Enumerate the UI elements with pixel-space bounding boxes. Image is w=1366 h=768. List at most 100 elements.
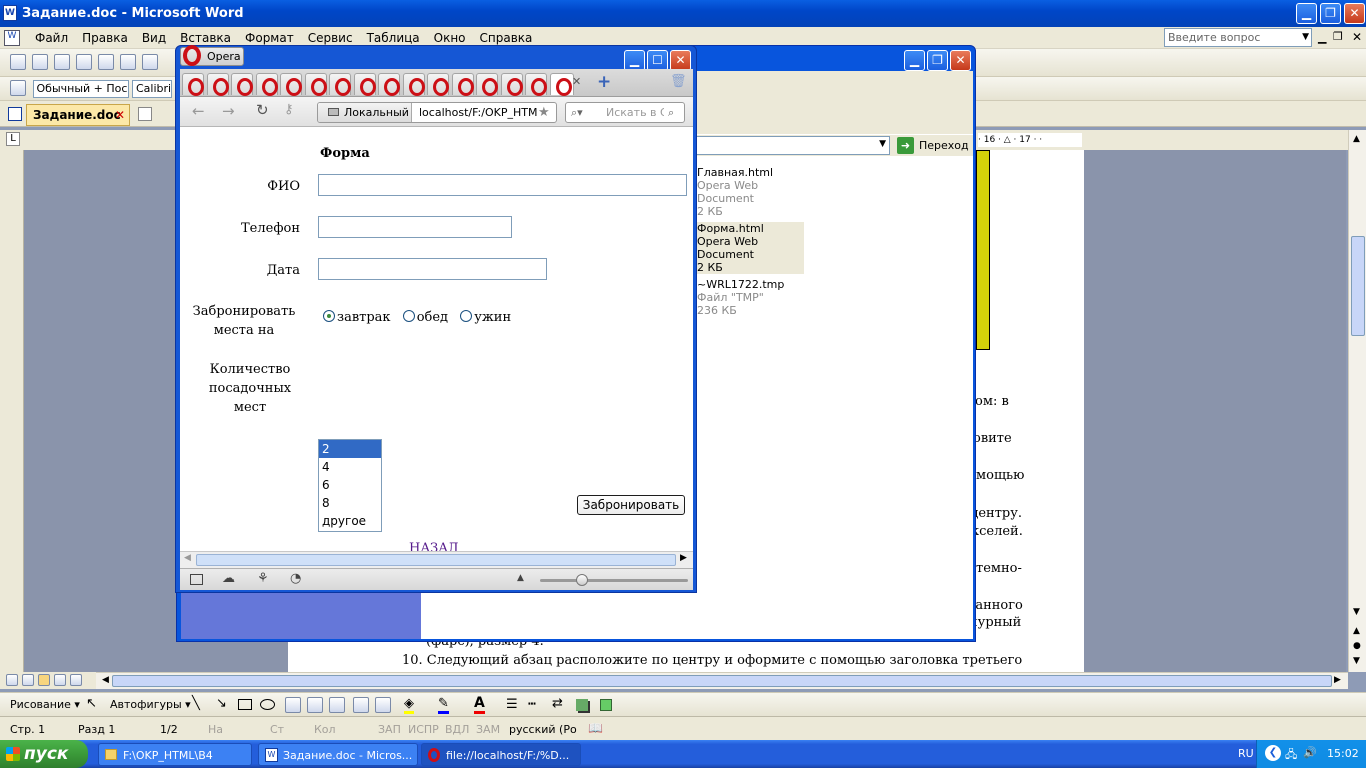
turbo-icon[interactable]: ◔ <box>290 571 301 586</box>
spelling-status-icon[interactable]: 📖 <box>588 721 603 735</box>
taskbar-explorer[interactable]: F:\OKP_HTML\B4 <box>98 743 252 766</box>
next-page-icon[interactable]: ▼ <box>1353 656 1360 666</box>
fio-input[interactable] <box>318 174 687 196</box>
security-chip[interactable]: Локальный <box>318 103 412 122</box>
new-tab-icon[interactable]: + <box>597 72 611 92</box>
network-icon[interactable]: 🖧 <box>1285 746 1297 765</box>
search-field[interactable]: ⌕▾ Искать в Go ⌕ <box>565 102 685 123</box>
rectangle-icon[interactable] <box>238 699 252 710</box>
radio-dinner[interactable] <box>460 310 473 322</box>
shadow-icon[interactable] <box>576 699 588 711</box>
web-view-icon[interactable] <box>22 674 34 686</box>
unite-icon[interactable]: ⚘ <box>257 571 269 586</box>
browse-object-icon[interactable]: ● <box>1353 641 1361 651</box>
reading-view-icon[interactable] <box>70 674 82 686</box>
radio-dinner-label[interactable]: ужин <box>474 310 511 325</box>
zoom-slider-knob[interactable] <box>576 574 588 586</box>
print-preview-icon[interactable] <box>142 54 158 70</box>
seats-option[interactable]: 8 <box>319 494 381 512</box>
print-layout-icon[interactable] <box>38 674 50 686</box>
date-input[interactable] <box>318 258 547 280</box>
opera-close-button[interactable]: ✕ <box>670 50 691 71</box>
arrow-style-icon[interactable]: ⇄ <box>552 696 563 711</box>
volume-icon[interactable]: 🔊 <box>1303 746 1317 759</box>
menu-insert[interactable]: Вставка <box>173 27 238 45</box>
horizontal-scrollbar[interactable]: ◀ ▶ <box>96 672 1348 689</box>
seats-option[interactable]: 4 <box>319 458 381 476</box>
file-item-selected[interactable]: Форма.html Opera Web Document 2 КБ <box>697 222 804 274</box>
line-color-icon[interactable]: ✎ <box>438 696 449 714</box>
style-combo[interactable]: Обычный + Пос <box>32 80 129 98</box>
close-tab-icon[interactable]: ✕ <box>572 75 581 88</box>
chevron-down-icon[interactable]: ▼ <box>879 139 886 149</box>
open-icon[interactable] <box>32 54 48 70</box>
address-bar[interactable]: Локальный localhost/F:/OKP_HTML/ ★ <box>317 102 557 123</box>
line-icon[interactable]: ╲ <box>192 696 200 711</box>
back-link[interactable]: НАЗАД <box>409 541 459 551</box>
opera-tab[interactable] <box>304 73 327 96</box>
opera-tab[interactable] <box>182 73 204 96</box>
explorer-restore-button[interactable]: ❐ <box>927 50 948 71</box>
radio-lunch-label[interactable]: обед <box>417 310 448 325</box>
opera-tab[interactable] <box>329 73 351 96</box>
font-color-icon[interactable]: A <box>474 695 485 714</box>
status-rec[interactable]: ЗАП <box>378 723 401 736</box>
seats-option[interactable]: другое <box>319 512 381 530</box>
arrow-icon[interactable]: ↘ <box>216 696 227 711</box>
select-objects-icon[interactable]: ↖ <box>86 696 97 711</box>
opera-h-scroll-thumb[interactable] <box>196 554 676 566</box>
zoom-arrow-icon[interactable]: ▲ <box>517 573 524 583</box>
menu-edit[interactable]: Правка <box>75 27 135 45</box>
email-icon[interactable] <box>98 54 114 70</box>
menu-view[interactable]: Вид <box>135 27 173 45</box>
opera-tab[interactable] <box>280 73 302 96</box>
doc-minimize-icon[interactable]: ▁ <box>1318 31 1326 44</box>
scroll-up-icon[interactable]: ▲ <box>1353 134 1360 144</box>
word-minimize-button[interactable]: ▁ <box>1296 3 1317 24</box>
opera-tab[interactable] <box>549 73 574 96</box>
status-trk[interactable]: ИСПР <box>408 723 439 736</box>
tab-selector[interactable]: L <box>6 132 20 146</box>
scroll-left-icon[interactable]: ◀ <box>102 675 109 685</box>
styles-pane-icon[interactable] <box>10 80 26 96</box>
key-icon[interactable]: ⚷ <box>284 102 294 117</box>
go-arrow-icon[interactable]: ➜ <box>897 137 914 154</box>
opera-tab[interactable] <box>353 73 376 96</box>
menu-file[interactable]: Файл <box>28 27 75 45</box>
opera-minimize-button[interactable]: ▁ <box>624 50 645 71</box>
file-item[interactable]: Главная.html Opera Web Document 2 КБ <box>697 166 807 218</box>
close-icon[interactable]: ✕ <box>115 105 125 125</box>
menu-window[interactable]: Окно <box>427 27 473 45</box>
dash-style-icon[interactable]: ┅ <box>528 697 536 712</box>
panel-toggle-icon[interactable] <box>190 574 203 585</box>
outline-view-icon[interactable] <box>54 674 66 686</box>
radio-breakfast-label[interactable]: завтрак <box>337 310 391 325</box>
wordart-icon[interactable] <box>307 697 323 713</box>
opera-menu-button[interactable]: Opera <box>180 45 244 66</box>
search-icon[interactable]: ⌕▾ <box>571 103 583 122</box>
status-ext[interactable]: ВДЛ <box>445 723 469 736</box>
line-style-icon[interactable]: ☰ <box>506 697 518 712</box>
permission-icon[interactable] <box>76 54 92 70</box>
drawing-menu[interactable]: Рисование ▾ <box>10 698 80 711</box>
menu-help[interactable]: Справка <box>473 27 540 45</box>
scroll-thumb[interactable] <box>1351 236 1365 336</box>
status-ovr[interactable]: ЗАМ <box>476 723 500 736</box>
opera-tab[interactable] <box>231 73 253 96</box>
word-close-button[interactable]: ✕ <box>1344 3 1365 24</box>
h-scroll-thumb[interactable] <box>112 675 1332 687</box>
scroll-down-icon[interactable]: ▼ <box>1353 607 1360 617</box>
opera-tab[interactable] <box>206 73 229 96</box>
go-button-label[interactable]: Переход <box>919 139 969 152</box>
ask-question-box[interactable]: Введите вопрос ▼ <box>1164 28 1312 47</box>
opera-tab[interactable] <box>500 73 523 96</box>
reload-icon[interactable]: ↻ <box>256 101 269 119</box>
menu-table[interactable]: Таблица <box>360 27 427 45</box>
back-icon[interactable]: ← <box>192 102 205 120</box>
taskbar-word[interactable]: W Задание.doc - Micros... <box>258 743 418 766</box>
opera-tab[interactable] <box>476 73 498 96</box>
prev-page-icon[interactable]: ▲ <box>1353 626 1360 636</box>
picture-icon[interactable] <box>375 697 391 713</box>
normal-view-icon[interactable] <box>6 674 18 686</box>
tray-arrow-icon[interactable]: ❮ <box>1265 745 1281 761</box>
